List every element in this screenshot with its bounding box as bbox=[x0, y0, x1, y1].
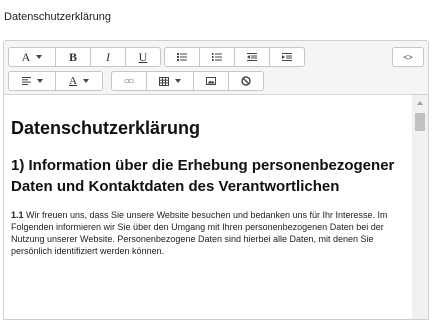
font-color-dropdown[interactable]: A bbox=[55, 71, 103, 91]
vertical-scrollbar[interactable] bbox=[412, 95, 428, 319]
chevron-down-icon bbox=[175, 79, 181, 83]
content-paragraph: 1.1 Wir freuen uns, dass Sie unsere Webs… bbox=[11, 209, 404, 257]
font-dropdown-button[interactable]: A bbox=[8, 47, 56, 67]
unordered-list-icon bbox=[177, 53, 187, 61]
paragraph-align-dropdown[interactable] bbox=[8, 71, 56, 91]
format-group: A bbox=[8, 71, 103, 91]
code-view-icon: <> bbox=[403, 52, 413, 62]
editor-toolbar: A B I U <> A bbox=[4, 41, 428, 95]
scroll-up-icon[interactable] bbox=[417, 101, 423, 105]
code-view-button[interactable]: <> bbox=[392, 47, 424, 67]
field-label: Datenschutzerklärung bbox=[4, 11, 112, 23]
picture-icon bbox=[206, 77, 216, 85]
italic-button[interactable]: I bbox=[90, 47, 126, 67]
table-dropdown[interactable] bbox=[146, 71, 194, 91]
paragraph-align-icon bbox=[21, 77, 31, 85]
underline-button[interactable]: U bbox=[125, 47, 161, 67]
scroll-thumb[interactable] bbox=[415, 113, 425, 131]
ordered-list-icon bbox=[212, 53, 222, 61]
chevron-down-icon bbox=[36, 79, 43, 83]
font-icon: A bbox=[21, 49, 31, 64]
picture-button[interactable] bbox=[193, 71, 229, 91]
paragraph-text: Wir freuen uns, dass Sie unsere Website … bbox=[11, 210, 388, 256]
chevron-down-icon bbox=[36, 55, 43, 59]
font-color-icon: A bbox=[69, 75, 77, 87]
rich-text-editor: A B I U <> A Datenschutzerklärung 1) Inf… bbox=[3, 40, 429, 320]
paragraph-number: 1.1 bbox=[11, 210, 24, 220]
outdent-button[interactable] bbox=[234, 47, 270, 67]
clear-format-icon bbox=[241, 76, 251, 86]
underline-icon: U bbox=[138, 49, 148, 64]
italic-icon: I bbox=[106, 49, 110, 64]
content-heading: Datenschutzerklärung bbox=[11, 118, 201, 138]
ordered-list-button[interactable] bbox=[199, 47, 235, 67]
list-group bbox=[164, 47, 305, 67]
table-icon bbox=[159, 76, 169, 86]
insert-group bbox=[111, 71, 264, 91]
content-subheading: 1) Information über die Erhebung persone… bbox=[11, 157, 395, 195]
editor-content[interactable]: Datenschutzerklärung 1) Information über… bbox=[4, 95, 412, 319]
bold-button[interactable]: B bbox=[55, 47, 91, 67]
clear-format-button[interactable] bbox=[228, 71, 264, 91]
text-style-group: A B I U bbox=[8, 47, 161, 67]
indent-icon bbox=[282, 53, 292, 61]
chevron-down-icon bbox=[82, 79, 89, 83]
outdent-icon bbox=[247, 53, 257, 61]
link-icon bbox=[124, 79, 134, 83]
link-button[interactable] bbox=[111, 71, 147, 91]
indent-button[interactable] bbox=[269, 47, 305, 67]
bold-icon: B bbox=[68, 49, 77, 64]
code-view-group: <> bbox=[392, 47, 424, 67]
unordered-list-button[interactable] bbox=[164, 47, 200, 67]
